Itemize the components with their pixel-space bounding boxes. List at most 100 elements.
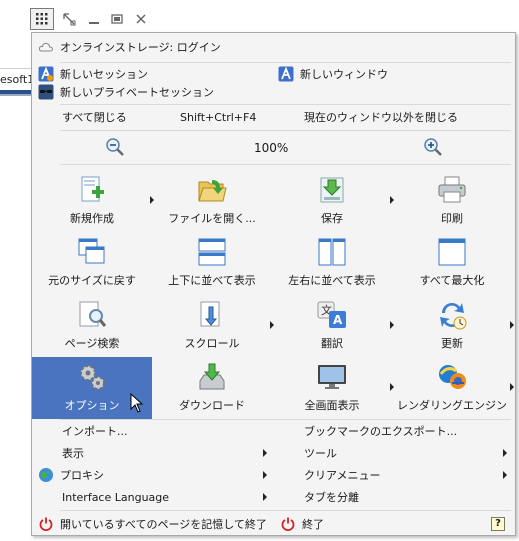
tools-label: ツール	[304, 447, 337, 460]
grid-tile-page-search[interactable]: ページ検索	[32, 295, 152, 357]
grid-menu-icon[interactable]	[30, 8, 54, 30]
online-storage-item[interactable]: オンラインストレージ: ログイン	[38, 38, 221, 56]
view-item[interactable]: 表示	[62, 444, 84, 462]
grid-tile-tile-vertical[interactable]: 左右に並べて表示	[272, 232, 392, 294]
close-all-label: すべて閉じる	[62, 111, 127, 124]
close-others-label: 現在のウィンドウ以外を閉じる	[304, 111, 458, 124]
grid-tile-download[interactable]: ダウンロード	[152, 357, 272, 419]
minimize-icon[interactable]	[85, 8, 103, 30]
power-icon	[38, 516, 54, 532]
rendering-engine-icon	[436, 361, 468, 393]
proxy-label: プロキシ	[60, 469, 104, 482]
close-all-shortcut-label: Shift+Ctrl+F4	[180, 110, 257, 124]
submenu-arrow-icon	[503, 449, 507, 457]
new-window-item[interactable]: 新しいウィンドウ	[278, 65, 388, 83]
grid-tile-refresh[interactable]: 更新	[392, 295, 514, 357]
grid-tile-new-document[interactable]: 新規作成	[32, 170, 154, 232]
clear-menu-item[interactable]: クリアメニュー	[304, 466, 380, 484]
cloud-icon	[38, 39, 54, 55]
grid-tile-label: レンダリングエンジン	[397, 399, 507, 412]
grid-tile-label: 上下に並べて表示	[168, 274, 256, 287]
tile-vertical-icon	[316, 236, 348, 268]
exit-item[interactable]: 終了	[280, 515, 324, 533]
title-bar	[30, 8, 160, 32]
grid-tile-label: ダウンロード	[179, 399, 245, 412]
separator	[60, 510, 511, 511]
scroll-icon	[196, 299, 228, 331]
separator	[60, 419, 511, 420]
remember-and-exit-label: 開いているすべてのページを記憶して終了	[60, 518, 267, 531]
proxy-item[interactable]: プロキシ	[38, 466, 104, 484]
interface-language-label: Interface Language	[62, 490, 170, 504]
new-private-session-item[interactable]: 新しいプライベートセッション	[38, 83, 214, 101]
open-folder-icon	[196, 174, 228, 206]
submenu-arrow-icon	[503, 471, 507, 479]
submenu-arrow-icon	[263, 471, 267, 479]
close-all-item[interactable]: すべて閉じる	[62, 108, 127, 126]
export-bookmarks-item[interactable]: ブックマークのエクスポート...	[304, 422, 457, 440]
zoom-in-button[interactable]	[423, 137, 443, 159]
tools-item[interactable]: ツール	[304, 444, 337, 462]
online-storage-label: オンラインストレージ: ログイン	[60, 41, 221, 54]
grid-tile-label: 全画面表示	[304, 399, 360, 412]
zoom-level[interactable]: 100%	[254, 139, 288, 157]
page-search-icon	[76, 299, 108, 331]
submenu-arrow-icon	[510, 383, 514, 391]
zoom-in-icon	[423, 137, 443, 160]
restore-down-icon[interactable]	[60, 8, 78, 30]
options-gears-icon	[76, 361, 108, 393]
private-session-icon	[38, 84, 54, 100]
new-session-label: 新しいセッション	[60, 68, 148, 81]
interface-language-item[interactable]: Interface Language	[62, 488, 169, 506]
grid-tile-fullscreen-monitor[interactable]: 全画面表示	[272, 357, 394, 419]
grid-tile-tile-horizontal[interactable]: 上下に並べて表示	[152, 232, 272, 294]
mouse-cursor-icon	[130, 392, 144, 416]
separator	[60, 164, 511, 165]
separator	[60, 104, 511, 105]
grid-tile-printer[interactable]: 印刷	[392, 170, 512, 232]
printer-icon	[436, 174, 468, 206]
new-window-label: 新しいウィンドウ	[300, 68, 388, 81]
fullscreen-monitor-icon	[316, 361, 348, 393]
maximize-icon[interactable]	[108, 8, 126, 30]
zoom-out-icon	[105, 137, 125, 160]
new-private-session-label: 新しいプライベートセッション	[60, 86, 214, 99]
split-tab-label: タブを分離	[304, 491, 359, 504]
grid-tile-open-folder[interactable]: ファイルを開く...	[152, 170, 272, 232]
grid-tile-cascade-windows[interactable]: 元のサイズに戻す	[32, 232, 152, 294]
import-label: インポート...	[62, 425, 128, 438]
grid-tile-label: スクロール	[184, 337, 240, 350]
svg-text:A: A	[333, 313, 343, 327]
background-tabbar-shadow	[0, 94, 34, 96]
split-tab-item[interactable]: タブを分離	[304, 488, 359, 506]
submenu-arrow-icon	[263, 493, 267, 501]
remember-and-exit-item[interactable]: 開いているすべてのページを記憶して終了	[38, 515, 267, 533]
grid-tile-label: 翻訳	[321, 337, 343, 350]
close-others-item[interactable]: 現在のウィンドウ以外を閉じる	[304, 108, 458, 126]
grid-tile-label: 更新	[441, 337, 463, 350]
grid-tile-label: 印刷	[441, 212, 463, 225]
grid-tile-save[interactable]: 保存	[272, 170, 394, 232]
address-text: esoft1	[0, 73, 35, 86]
grid-tile-rendering-engine[interactable]: レンダリングエンジン	[392, 357, 514, 419]
grid-tile-label: 左右に並べて表示	[288, 274, 376, 287]
help-icon[interactable]: ?	[491, 517, 505, 531]
import-item[interactable]: インポート...	[62, 422, 128, 440]
refresh-icon	[436, 299, 468, 331]
save-icon	[316, 174, 348, 206]
export-bookmarks-label: ブックマークのエクスポート...	[304, 425, 458, 438]
close-icon[interactable]	[132, 8, 150, 30]
new-document-icon	[76, 174, 108, 206]
main-menu: オンラインストレージ: ログイン 新しいセッション 新しいウィンドウ 新しいプラ…	[31, 32, 516, 536]
grid-tile-maximize-all[interactable]: すべて最大化	[392, 232, 512, 294]
tile-horizontal-icon	[196, 236, 228, 268]
cascade-windows-icon	[76, 236, 108, 268]
grid-tile-options-gears[interactable]: オプション	[32, 357, 152, 419]
grid-tile-scroll[interactable]: スクロール	[152, 295, 274, 357]
grid-tile-label: 新規作成	[70, 212, 114, 225]
new-session-item[interactable]: 新しいセッション	[38, 65, 148, 83]
zoom-out-button[interactable]	[105, 137, 125, 159]
zoom-level-label: 100%	[254, 141, 289, 155]
close-all-shortcut: Shift+Ctrl+F4	[180, 108, 256, 126]
grid-tile-translate[interactable]: 文 A 翻訳	[272, 295, 394, 357]
